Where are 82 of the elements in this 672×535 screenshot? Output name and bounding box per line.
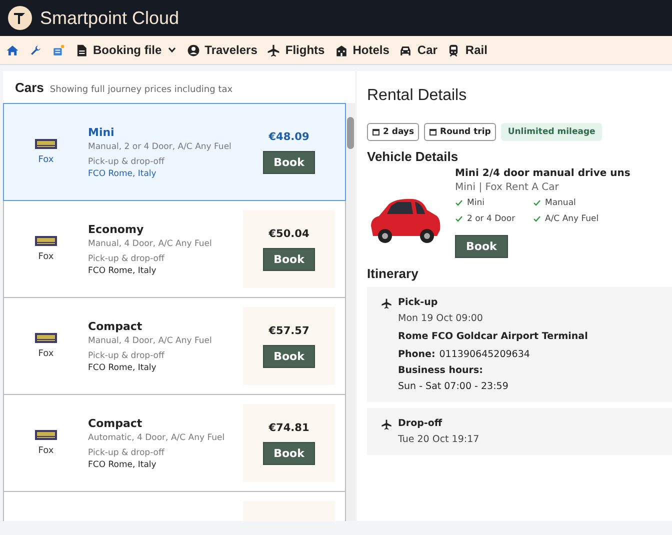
business-hours: Sun - Sat 07:00 - 23:59 [398, 381, 510, 392]
list-icon[interactable] [52, 44, 65, 56]
scrollbar[interactable] [346, 103, 355, 521]
airplane-icon [267, 44, 280, 56]
book-button[interactable]: Book [455, 235, 508, 258]
location: FCO Rome, Italy [88, 168, 158, 178]
location: FCO Rome, Italy [88, 362, 158, 372]
nav-tab[interactable]: Hotels [334, 43, 390, 57]
vendor-logo-icon [35, 430, 57, 440]
feature-item: A/C Any Fuel [533, 214, 630, 224]
calendar-icon [429, 128, 438, 136]
book-button[interactable]: Book [262, 442, 316, 464]
section-heading: Vehicle Details [367, 149, 460, 164]
vendor-name: Fox [38, 252, 54, 262]
car-class: Compact [88, 416, 144, 430]
vehicle-name: Mini 2/4 door manual drive uns [455, 168, 630, 179]
info-tag: 2 days [367, 123, 420, 141]
itinerary-title: Pick-up [398, 297, 439, 308]
book-button[interactable]: Book [262, 344, 316, 368]
service-type: Pick-up & drop-off [88, 254, 166, 264]
nav-tab[interactable]: Car [399, 43, 438, 57]
service-type: Pick-up & drop-off [88, 350, 166, 360]
car-icon [399, 44, 412, 56]
train-icon [447, 44, 460, 56]
itinerary-title: Drop-off [398, 418, 444, 429]
location-name: Rome FCO Goldcar Airport Terminal [398, 331, 588, 342]
nav-tab[interactable]: Flights [267, 43, 325, 57]
vendor-name: Fox [38, 349, 54, 359]
phone-number: 011390645209634 [439, 349, 530, 360]
vehicle-subtitle: Mini | Fox Rent A Car [455, 182, 560, 193]
car-class: Compact [88, 320, 144, 332]
car-result-card[interactable]: Fox Economy Manual, 4 Door, A/C Any Fuel Pick-up & drop-off FCO Rome, Italy €50.04 Book [3, 201, 346, 298]
airplane-icon [381, 298, 392, 309]
book-button[interactable]: Book [262, 150, 316, 174]
nav-tab[interactable]: Travelers [186, 43, 258, 57]
feature-item: Manual [533, 198, 630, 208]
car-result-card[interactable]: Fox Compact Automatic, 4 Door, A/C Any Fuel Pick-up & drop-off FCO Rome, Italy €74.81 Book [3, 395, 346, 492]
panel-title: Cars [15, 80, 44, 95]
nav-tab[interactable]: Booking file [75, 43, 177, 57]
feature-item: 2 or 4 Door [455, 214, 533, 224]
wrench-icon[interactable] [29, 44, 42, 56]
document-icon [75, 44, 88, 56]
location: FCO Rome, Italy [88, 266, 158, 276]
home-icon[interactable] [6, 44, 19, 56]
building-icon [334, 44, 348, 56]
info-tag: Round trip [424, 123, 496, 141]
nav-tab[interactable]: Rail [447, 43, 488, 57]
calendar-icon [372, 128, 380, 136]
mileage-tag: Unlimited mileage [500, 123, 602, 141]
price: €57.57 [268, 324, 310, 336]
service-type: Pick-up & drop-off [88, 448, 166, 458]
person-icon [186, 44, 200, 56]
hours-label: Business hours: [398, 365, 484, 376]
vendor-logo-icon [35, 333, 57, 343]
vendor-logo-icon [35, 236, 57, 246]
section-heading: Itinerary [367, 266, 420, 281]
vendor-name: Fox [38, 155, 54, 165]
price: €48.09 [268, 130, 310, 142]
car-class: Economy [88, 222, 145, 236]
itinerary-time: Tue 20 Oct 19:17 [398, 434, 480, 445]
car-specs: Manual, 2 or 4 Door, A/C Any Fuel [88, 142, 232, 152]
book-button[interactable]: Book [262, 248, 316, 270]
car-specs: Manual, 4 Door, A/C Any Fuel [88, 336, 213, 346]
location: FCO Rome, Italy [88, 460, 158, 470]
price: €74.81 [268, 422, 310, 434]
car-specs: Manual, 4 Door, A/C Any Fuel [88, 238, 213, 248]
logo-icon [8, 6, 32, 30]
itinerary-time: Mon 19 Oct 09:00 [398, 313, 484, 324]
car-result-card[interactable]: Fox Compact Manual, 4 Door, A/C Any Fuel Pick-up & drop-off FCO Rome, Italy €57.57 Book [3, 298, 346, 395]
car-result-card[interactable]: Fox Mini Manual, 2 or 4 Door, A/C Any Fuel Pick-up & drop-off FCO Rome, Italy €48.09 Book [3, 103, 346, 201]
vendor-name: Fox [38, 446, 54, 456]
vendor-logo-icon [35, 139, 57, 149]
panel-subtitle: Showing full journey prices including tax [50, 85, 233, 95]
airplane-icon [381, 419, 392, 430]
phone-label: Phone: [398, 349, 436, 360]
service-type: Pick-up & drop-off [88, 156, 166, 166]
app-title: Smartpoint Cloud [40, 8, 180, 28]
price: €50.04 [268, 228, 310, 240]
details-title: Rental Details [367, 87, 468, 105]
feature-item: Mini [455, 198, 533, 208]
car-specs: Automatic, 4 Door, A/C Any Fuel [88, 432, 226, 442]
car-class: Mini [88, 126, 116, 138]
